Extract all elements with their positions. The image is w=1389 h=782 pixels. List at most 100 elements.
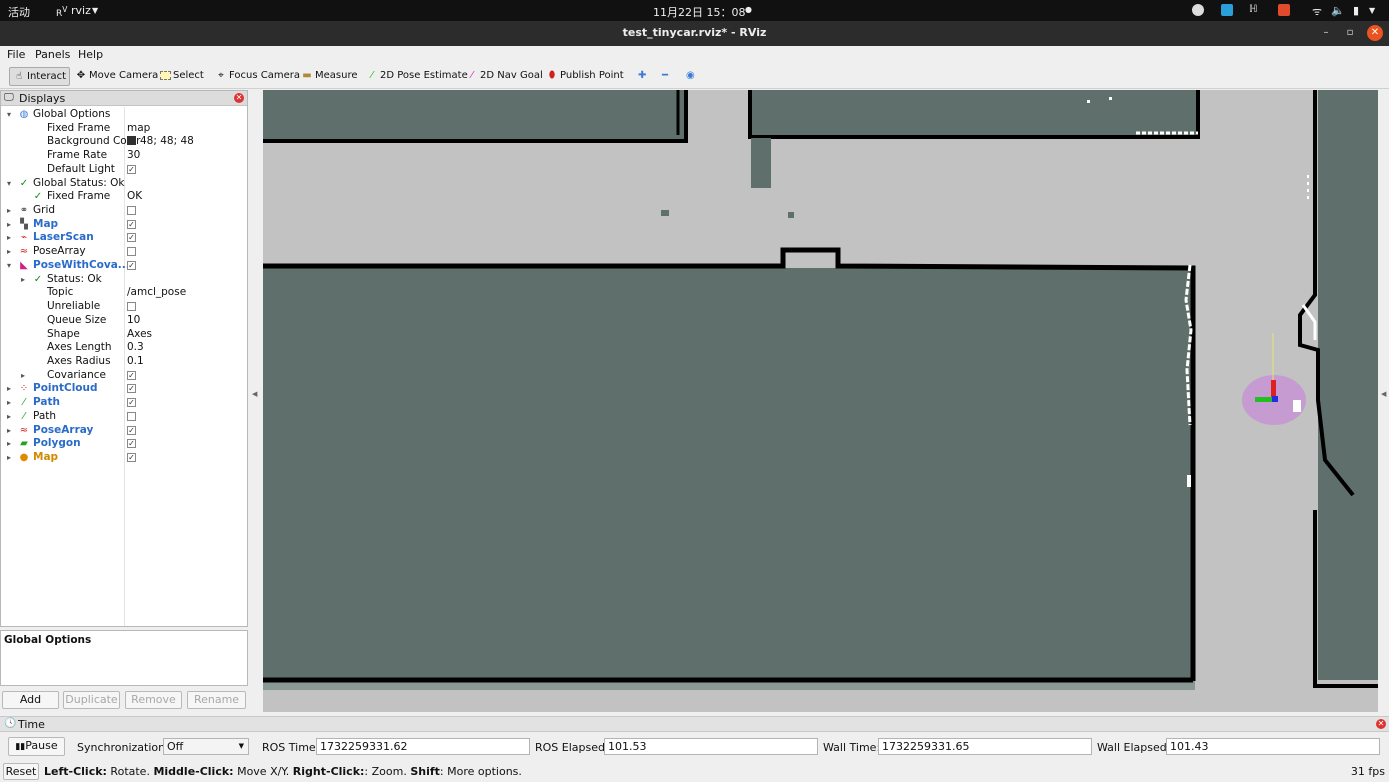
display-row-value[interactable]: map	[127, 122, 150, 136]
render-view-3d[interactable]	[263, 90, 1378, 712]
chevron-down-icon[interactable]: ▼	[92, 6, 98, 15]
display-row[interactable]: ▸ ⁄ Path ✓	[1, 396, 247, 410]
display-row[interactable]: Topic/amcl_pose	[1, 286, 247, 300]
display-row[interactable]: ▸ ⌁ LaserScan ✓	[1, 231, 247, 245]
app-menu-icon[interactable]: RV	[56, 5, 67, 19]
display-enabled-checkbox[interactable]: ✓	[127, 370, 136, 380]
select-tool[interactable]: Select	[157, 67, 207, 86]
clock[interactable]: 11月22日 15：08	[653, 4, 746, 20]
measure-tool[interactable]: ▬ Measure	[298, 67, 361, 86]
display-enabled-checkbox[interactable]: ✓	[127, 425, 136, 435]
display-row[interactable]: ✓ Fixed Frame OK	[1, 190, 247, 204]
expand-closed-icon[interactable]: ▸	[4, 410, 14, 424]
wifi-icon[interactable]: ᯤ	[1312, 4, 1322, 19]
battery-icon[interactable]: ▮	[1353, 4, 1359, 17]
display-row[interactable]: ▸ ● Map ✓	[1, 451, 247, 465]
wall-elapsed-field[interactable]: 101.43	[1166, 738, 1380, 755]
add-display-button[interactable]: Add	[2, 691, 59, 709]
display-enabled-checkbox[interactable]	[127, 206, 136, 216]
activities-button[interactable]: 活动	[8, 4, 30, 20]
telegram-icon[interactable]	[1221, 4, 1233, 16]
display-row[interactable]: ▸ ⁄ Path	[1, 410, 247, 424]
expand-closed-icon[interactable]: ▸	[4, 451, 14, 465]
pause-button[interactable]: ▮▮Pause	[8, 737, 65, 756]
expand-closed-icon[interactable]: ▸	[4, 231, 14, 245]
display-row[interactable]: ▸ ≈ PoseArray	[1, 245, 247, 259]
expand-closed-icon[interactable]: ▸	[4, 218, 14, 232]
display-row[interactable]: Axes Radius 0.1	[1, 355, 247, 369]
display-row-value[interactable]: 0.1	[127, 355, 144, 369]
display-enabled-checkbox[interactable]	[127, 302, 136, 312]
display-enabled-checkbox[interactable]: ✓	[127, 260, 136, 270]
pose-estimate-tool[interactable]: ⁄ 2D Pose Estimate	[363, 67, 471, 86]
move-camera-tool[interactable]: ✥ Move Camera	[72, 67, 161, 86]
display-row[interactable]: ▸ ▰ Polygon ✓	[1, 437, 247, 451]
display-row[interactable]: ▸ ⚭ Grid	[1, 204, 247, 218]
focus-camera-tool[interactable]: ⌖ Focus Camera	[212, 67, 303, 86]
input-method-icon[interactable]: ℍ	[1249, 4, 1258, 15]
expand-closed-icon[interactable]: ▸	[4, 245, 14, 259]
display-row[interactable]: ▸ ✓ Status: Ok	[1, 273, 247, 287]
expand-closed-icon[interactable]: ▸	[4, 382, 14, 396]
remove-tool-icon[interactable]: ━	[659, 67, 671, 86]
display-enabled-checkbox[interactable]: ✓	[127, 164, 136, 174]
expand-closed-icon[interactable]: ▸	[4, 396, 14, 410]
right-splitter-handle[interactable]: ◀	[1381, 390, 1386, 398]
display-row-value[interactable]: 48; 48; 48	[127, 135, 194, 149]
display-row[interactable]: Background Color 48; 48; 48	[1, 135, 247, 149]
display-row-value[interactable]: Axes	[127, 328, 152, 342]
expand-closed-icon[interactable]: ▸	[4, 204, 14, 218]
display-row[interactable]: Unreliable	[1, 300, 247, 314]
menu-panels[interactable]: Panels	[35, 48, 70, 61]
display-row[interactable]: ▸ ⁘ PointCloud ✓	[1, 382, 247, 396]
system-menu-chevron-icon[interactable]: ▼	[1369, 6, 1375, 15]
expand-closed-icon[interactable]: ▸	[4, 437, 14, 451]
app-menu-label[interactable]: rviz	[71, 4, 91, 17]
maximize-button[interactable]: ▫	[1342, 25, 1358, 41]
duplicate-display-button[interactable]: Duplicate	[63, 691, 120, 709]
close-time-panel-icon[interactable]: ✕	[1376, 719, 1386, 729]
color-swatch[interactable]	[127, 136, 136, 146]
add-tool-icon[interactable]: ✚	[635, 67, 649, 86]
display-row[interactable]: Shape Axes	[1, 328, 247, 342]
display-enabled-checkbox[interactable]: ✓	[127, 439, 136, 449]
expand-open-icon[interactable]: ▾	[4, 108, 14, 122]
reset-button[interactable]: Reset	[3, 763, 39, 780]
display-row[interactable]: ▸ ≈ PoseArray ✓	[1, 424, 247, 438]
close-panel-icon[interactable]: ✕	[234, 93, 244, 103]
publish-point-tool[interactable]: ⬮ Publish Point	[543, 67, 627, 86]
display-enabled-checkbox[interactable]: ✓	[127, 453, 136, 462]
display-row[interactable]: ▾ ✓ Global Status: Ok	[1, 177, 247, 191]
display-row-value[interactable]: OK	[127, 190, 142, 204]
display-row-value[interactable]: 30	[127, 149, 140, 163]
display-row[interactable]: Queue Size 10	[1, 314, 247, 328]
ros-time-field[interactable]: 1732259331.62	[316, 738, 530, 755]
display-row-value[interactable]: 0.3	[127, 341, 144, 355]
sync-dropdown[interactable]: Off ▼	[163, 738, 249, 755]
display-row[interactable]: Frame Rate 30	[1, 149, 247, 163]
menu-help[interactable]: Help	[78, 48, 103, 61]
display-row[interactable]: Fixed Frame map	[1, 122, 247, 136]
expand-closed-icon[interactable]: ▸	[18, 369, 28, 383]
display-row[interactable]: ▾ ◣ PoseWithCova... ✓	[1, 259, 247, 273]
volume-icon[interactable]: 🔈	[1331, 4, 1345, 17]
tool-properties-eye-icon[interactable]: ◉	[683, 67, 698, 86]
close-window-button[interactable]: ✕	[1367, 25, 1383, 41]
display-row-value[interactable]: /amcl_pose	[127, 286, 186, 300]
display-row[interactable]: Axes Length 0.3	[1, 341, 247, 355]
tray-red-icon[interactable]	[1278, 4, 1290, 16]
expand-open-icon[interactable]: ▾	[4, 259, 14, 273]
rename-display-button[interactable]: Rename	[187, 691, 246, 709]
display-enabled-checkbox[interactable]: ✓	[127, 219, 136, 229]
interact-tool[interactable]: ☝ Interact	[9, 67, 70, 86]
wall-time-field[interactable]: 1732259331.65	[878, 738, 1092, 755]
menu-file[interactable]: File	[7, 48, 25, 61]
expand-closed-icon[interactable]: ▸	[4, 424, 14, 438]
display-row[interactable]: ▾ ◍ Global Options	[1, 108, 247, 122]
remove-display-button[interactable]: Remove	[125, 691, 182, 709]
display-enabled-checkbox[interactable]: ✓	[127, 233, 136, 243]
nav-goal-tool[interactable]: ⁄ 2D Nav Goal	[463, 67, 546, 86]
display-row-value[interactable]: 10	[127, 314, 140, 328]
tray-app-icon[interactable]	[1192, 4, 1204, 16]
expand-closed-icon[interactable]: ▸	[18, 273, 28, 287]
